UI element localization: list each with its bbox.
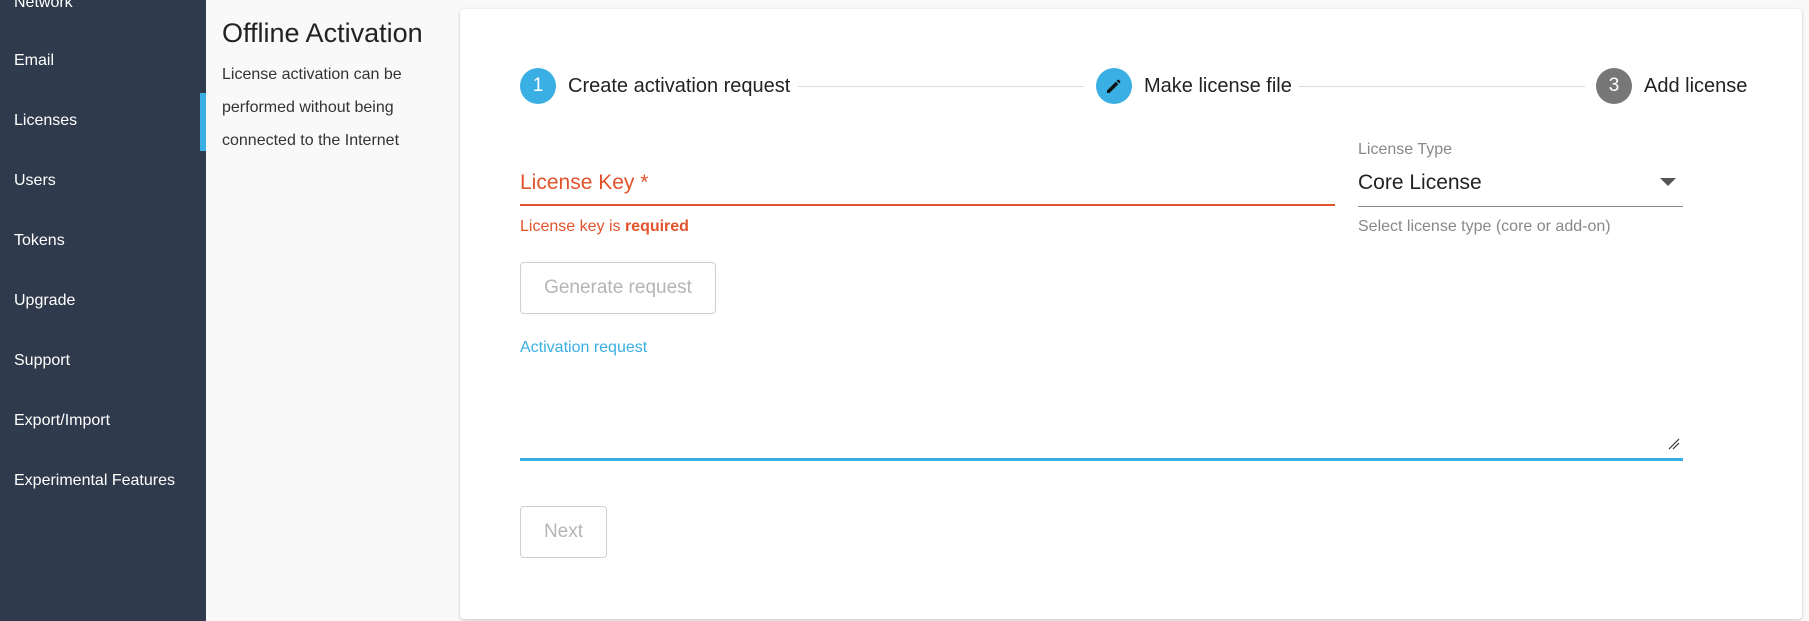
sidebar-item-upgrade[interactable]: Upgrade <box>14 291 75 311</box>
step-connector <box>798 86 1084 87</box>
generate-request-button[interactable]: Generate request <box>520 262 716 314</box>
step-1-label: Create activation request <box>568 75 791 97</box>
activation-request-textarea[interactable] <box>520 362 1683 458</box>
step-3-circle: 3 <box>1596 68 1632 104</box>
step-2-circle <box>1096 68 1132 104</box>
sidebar-item-support[interactable]: Support <box>14 351 70 371</box>
license-type-label: License Type <box>1358 141 1452 158</box>
license-key-error-text: License key is <box>520 218 625 235</box>
activation-request-label: Activation request <box>520 339 648 356</box>
sidebar-active-indicator <box>200 93 206 151</box>
dropdown-arrow-icon[interactable] <box>1660 178 1676 186</box>
step-2-label: Make license file <box>1144 75 1292 97</box>
step-connector <box>1299 86 1585 87</box>
step-3-label: Add license <box>1644 75 1748 97</box>
license-type-underline <box>1358 206 1683 207</box>
step-1-circle: 1 <box>520 68 556 104</box>
sidebar-item-licenses[interactable]: Licenses <box>14 111 77 131</box>
sidebar-item-network[interactable]: Network <box>14 0 73 13</box>
sidebar-item-export-import[interactable]: Export/Import <box>14 411 110 431</box>
activation-request-underline <box>520 458 1683 461</box>
license-key-input[interactable] <box>520 204 1335 206</box>
page-description: License activation can be performed with… <box>222 66 402 149</box>
license-key-label: License Key * <box>520 171 649 194</box>
resize-handle-icon[interactable] <box>1668 438 1680 450</box>
license-type-helper: Select license type (core or add-on) <box>1358 218 1611 235</box>
license-key-error: License key is required <box>520 217 689 237</box>
sidebar: Network Email Licenses Users Tokens Upgr… <box>0 0 206 621</box>
sidebar-item-email[interactable]: Email <box>14 51 54 71</box>
pencil-icon <box>1107 79 1121 93</box>
license-type-select[interactable]: Core License <box>1358 170 1482 196</box>
sidebar-item-experimental-features[interactable]: Experimental Features <box>14 471 175 491</box>
license-key-error-emphasis: required <box>624 218 689 235</box>
sidebar-item-tokens[interactable]: Tokens <box>14 231 65 251</box>
page-title: Offline Activation <box>222 18 423 48</box>
sidebar-item-users[interactable]: Users <box>14 171 56 191</box>
next-button[interactable]: Next <box>520 506 607 558</box>
